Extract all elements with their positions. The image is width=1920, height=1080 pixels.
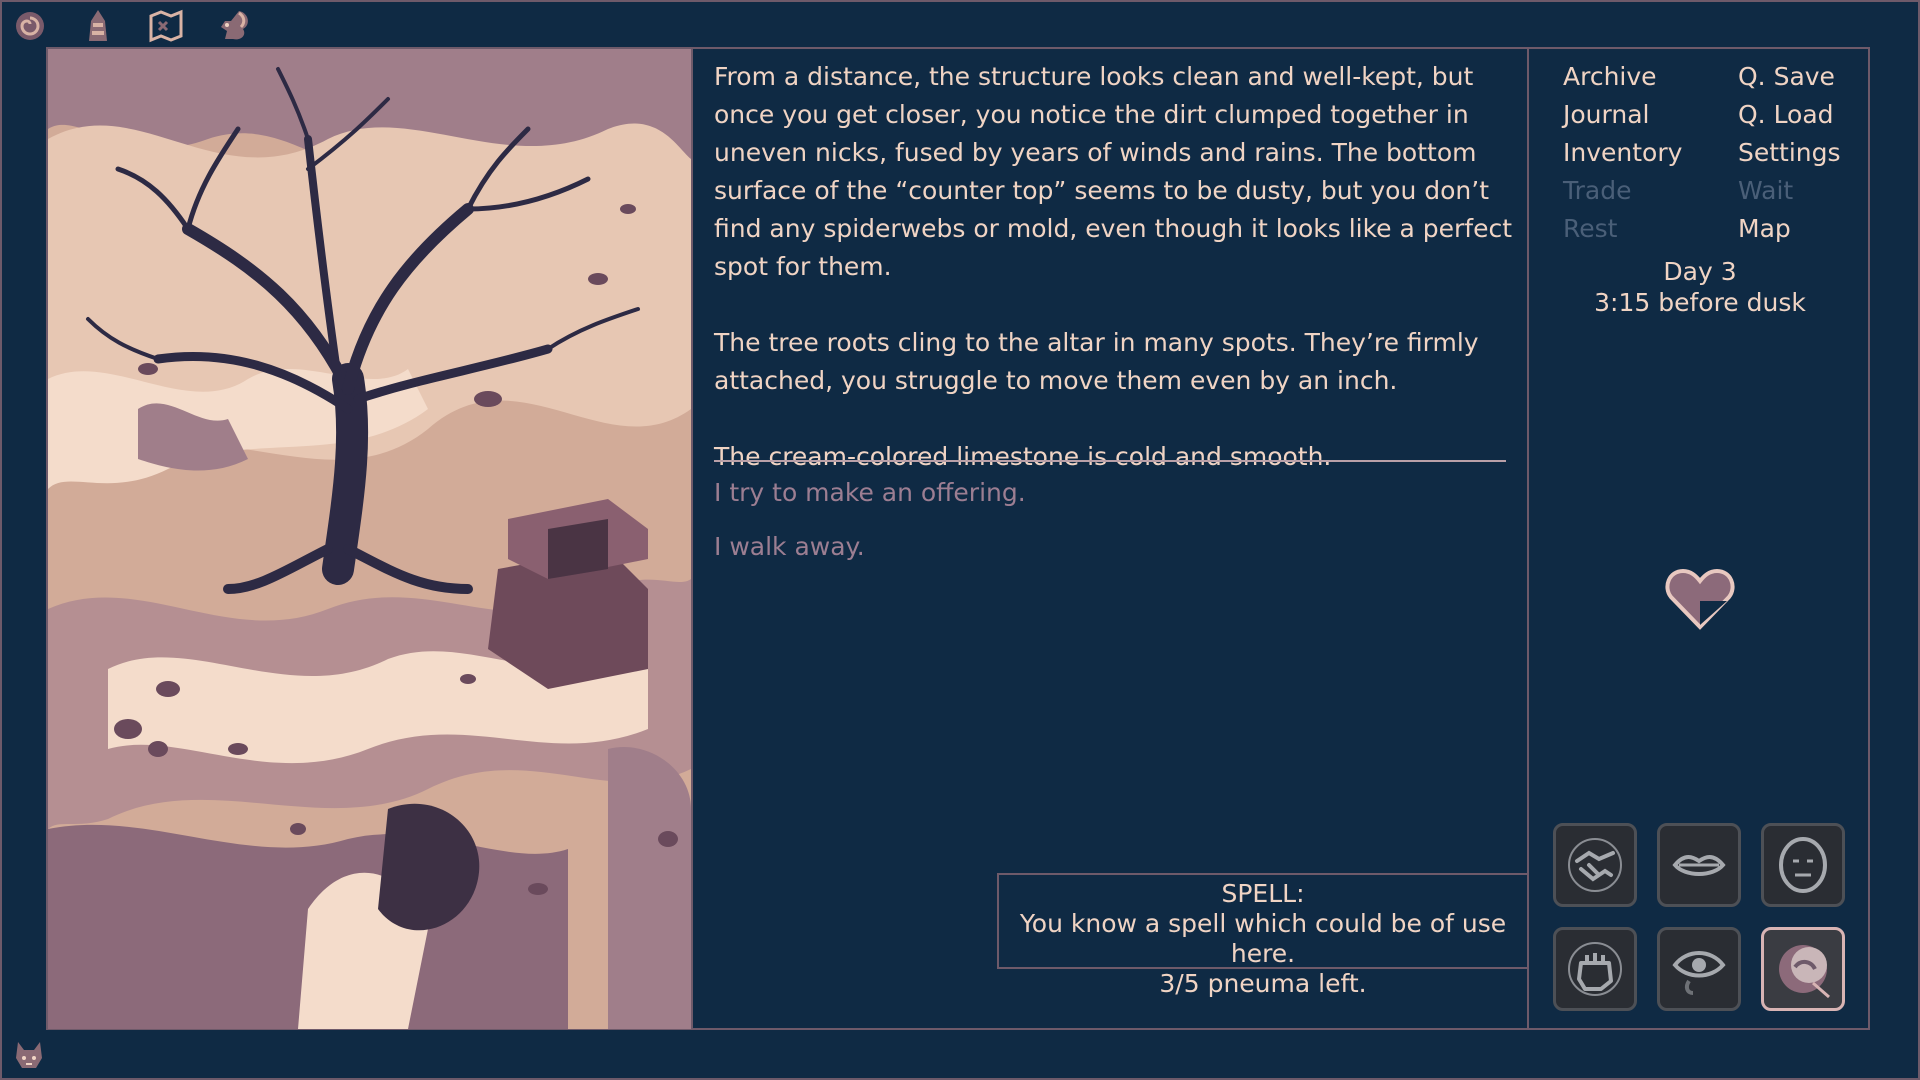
top-toolbar xyxy=(10,6,254,46)
time-label: 3:15 before dusk xyxy=(1594,288,1806,317)
spell-description: You know a spell which could be of use h… xyxy=(1019,909,1507,968)
menu-rest: Rest xyxy=(1563,214,1618,243)
menu-map[interactable]: Map xyxy=(1738,210,1791,248)
face-icon[interactable] xyxy=(1761,823,1845,907)
menu-quick-load[interactable]: Q. Load xyxy=(1738,96,1834,134)
menu-quick-save[interactable]: Q. Save xyxy=(1738,58,1835,96)
lips-icon[interactable] xyxy=(1657,823,1741,907)
spell-title: SPELL: xyxy=(1221,879,1305,908)
heart-icon xyxy=(1665,565,1735,631)
choice-divider xyxy=(714,460,1506,462)
menu-journal[interactable]: Journal xyxy=(1563,96,1649,134)
squirrel-portrait-icon[interactable] xyxy=(10,1036,48,1074)
day-label: Day 3 xyxy=(1663,257,1737,286)
tower-icon[interactable] xyxy=(78,6,118,46)
narrative-paragraph: From a distance, the structure looks cle… xyxy=(714,62,1513,281)
menu-archive[interactable]: Archive xyxy=(1563,58,1657,96)
narrative-text: From a distance, the structure looks cle… xyxy=(714,58,1514,514)
menu-inventory[interactable]: Inventory xyxy=(1563,134,1682,172)
narrative-paragraph: The cream-colored limestone is cold and … xyxy=(714,442,1332,471)
day-status: Day 3 3:15 before dusk xyxy=(1530,256,1870,318)
menu-wait: Wait xyxy=(1738,176,1794,205)
fist-icon[interactable] xyxy=(1553,927,1637,1011)
menu-settings[interactable]: Settings xyxy=(1738,134,1841,172)
narrative-paragraph: The tree roots cling to the altar in man… xyxy=(714,328,1479,395)
choice-walk-away[interactable]: I walk away. xyxy=(714,529,865,565)
scene-illustration xyxy=(48,49,691,1029)
spell-tooltip: SPELL: You know a spell which could be o… xyxy=(997,873,1529,998)
spiral-icon[interactable] xyxy=(10,6,50,46)
spell-pneuma: 3/5 pneuma left. xyxy=(1159,969,1367,998)
choice-offering[interactable]: I try to make an offering. xyxy=(714,475,1026,511)
squirrel-icon[interactable] xyxy=(214,6,254,46)
handshake-icon[interactable] xyxy=(1553,823,1637,907)
menu-trade: Trade xyxy=(1563,176,1632,205)
spell-orb-icon[interactable] xyxy=(1761,927,1845,1011)
eye-icon[interactable] xyxy=(1657,927,1741,1011)
map-scroll-icon[interactable] xyxy=(146,6,186,46)
scene-divider xyxy=(691,49,693,1029)
